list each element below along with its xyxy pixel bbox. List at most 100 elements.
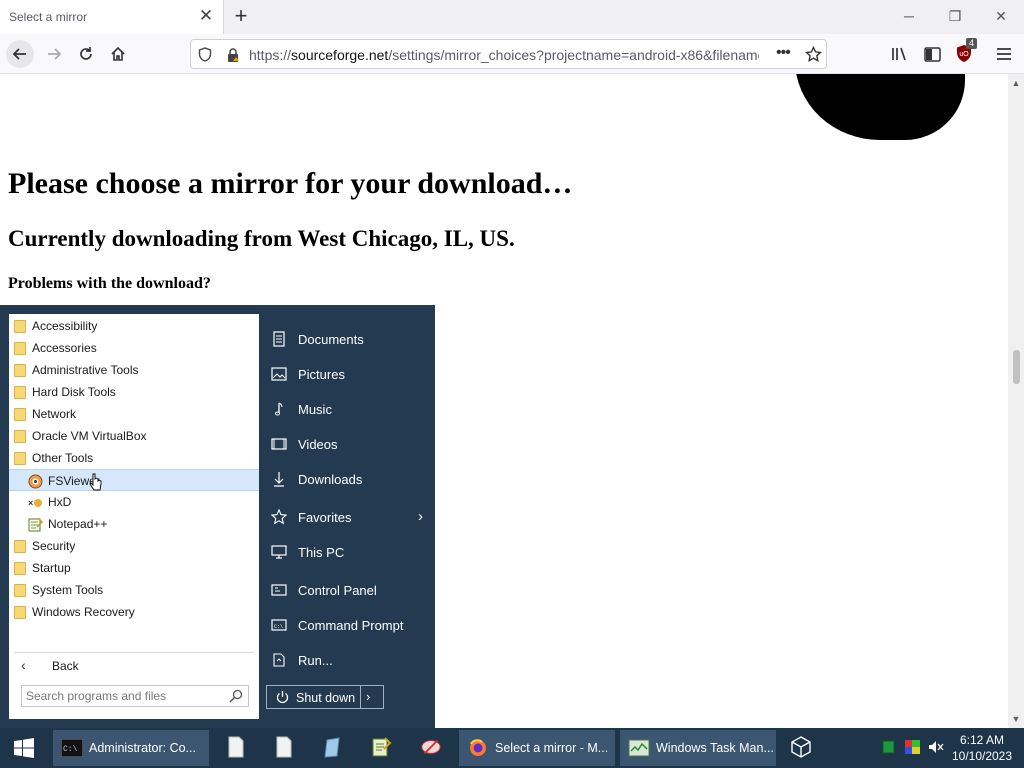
notepad-plus-plus-icon[interactable] — [370, 736, 392, 758]
scroll-up-icon[interactable]: ▲ — [1011, 78, 1021, 88]
chevron-left-icon: ‹ — [21, 657, 26, 673]
scroll-down-icon[interactable]: ▼ — [1011, 714, 1021, 724]
program-folder-network[interactable]: Network — [9, 403, 259, 425]
volume-muted-icon[interactable] — [928, 740, 944, 754]
place-label: Videos — [298, 437, 338, 452]
place-videos[interactable]: Videos — [259, 429, 435, 459]
ublock-origin-button[interactable]: uO 4 — [950, 38, 978, 67]
folder-icon — [14, 562, 26, 575]
start-button[interactable] — [0, 728, 48, 768]
close-window-button[interactable]: ✕ — [978, 0, 1024, 34]
home-button[interactable] — [104, 41, 132, 67]
folder-icon — [14, 430, 26, 443]
file-manager-icon[interactable] — [322, 736, 344, 758]
shutdown-button[interactable]: Shut down › — [266, 685, 384, 709]
bookmark-star-icon[interactable] — [805, 46, 822, 63]
system-clock[interactable]: 6:12 AM 10/10/2023 — [946, 732, 1018, 764]
place-music[interactable]: Music — [259, 394, 435, 424]
back-button[interactable] — [6, 40, 34, 68]
search-icon[interactable] — [229, 689, 243, 703]
place-command-prompt[interactable]: C:\ Command Prompt — [259, 610, 435, 640]
library-button[interactable] — [886, 41, 914, 67]
control-panel-icon — [271, 584, 287, 596]
blank-document-icon[interactable] — [225, 736, 247, 758]
program-label: Oracle VM VirtualBox — [32, 429, 147, 443]
tab-title: Select a mirror — [9, 10, 88, 24]
computer-icon — [271, 545, 287, 559]
svg-text:C:\: C:\ — [63, 745, 78, 754]
blank-document-icon[interactable] — [273, 736, 295, 758]
folder-icon — [14, 364, 26, 377]
shield-icon[interactable] — [198, 47, 212, 62]
place-control-panel[interactable]: Control Panel — [259, 575, 435, 605]
shutdown-options-chevron-icon[interactable]: › — [366, 689, 370, 704]
place-this-pc[interactable]: This PC — [259, 537, 435, 567]
taskbar-firefox-select-a-mirror[interactable]: Select a mirror - M... — [459, 730, 615, 766]
sidebar-button[interactable] — [918, 41, 946, 67]
sidebar-icon — [923, 46, 941, 62]
program-notepad-plus-plus[interactable]: Notepad++ — [9, 513, 259, 535]
place-downloads[interactable]: Downloads — [259, 464, 435, 494]
taskbar-task-manager[interactable]: Windows Task Man... — [620, 730, 776, 766]
place-label: Control Panel — [298, 583, 377, 598]
taskbar-label: Select a mirror - M... — [495, 741, 609, 755]
virtualbox-icon[interactable] — [790, 736, 812, 758]
place-pictures[interactable]: Pictures — [259, 359, 435, 389]
taskbar-command-prompt[interactable]: C:\ Administrator: Co... — [53, 730, 209, 766]
reload-button[interactable] — [72, 41, 100, 67]
page-scrollbar[interactable]: ▲ ▼ — [1008, 74, 1024, 728]
program-label: Other Tools — [32, 451, 94, 465]
program-fsviewer[interactable]: FSViewer — [9, 469, 259, 491]
menu-button[interactable] — [990, 41, 1018, 67]
firefox-icon — [470, 739, 486, 756]
taskbar: C:\ Administrator: Co... Select a mirror… — [0, 728, 1024, 768]
run-icon — [273, 653, 285, 667]
folder-open-icon — [14, 452, 26, 465]
place-run[interactable]: Run... — [259, 645, 435, 675]
page-actions-icon[interactable]: ••• — [776, 44, 791, 62]
url-bar[interactable]: https://sourceforge.net/settings/mirror_… — [190, 39, 827, 69]
sourceforge-logo-shape — [795, 74, 965, 140]
mouse-cursor-icon — [89, 473, 102, 491]
document-icon — [273, 331, 285, 347]
search-input[interactable] — [26, 688, 216, 704]
place-favorites[interactable]: Favorites › — [259, 502, 435, 532]
back-button-start-menu[interactable]: ‹ Back — [9, 650, 259, 680]
url-text[interactable]: https://sourceforge.net/settings/mirror_… — [249, 47, 759, 63]
program-folder-other-tools[interactable]: Other Tools — [9, 447, 259, 469]
tray-color-icon[interactable] — [905, 740, 920, 754]
new-tab-button[interactable]: + — [228, 5, 254, 29]
hxd-app-icon: × — [28, 498, 42, 508]
close-tab-icon[interactable]: ✕ — [197, 7, 215, 25]
program-folder-oracle-vm-virtualbox[interactable]: Oracle VM VirtualBox — [9, 425, 259, 447]
clock-time: 6:12 AM — [959, 733, 1005, 747]
program-folder-hard-disk-tools[interactable]: Hard Disk Tools — [9, 381, 259, 403]
program-folder-system-tools[interactable]: System Tools — [9, 579, 259, 601]
program-folder-accessibility[interactable]: Accessibility — [9, 315, 259, 337]
forward-button[interactable] — [40, 41, 68, 67]
program-folder-startup[interactable]: Startup — [9, 557, 259, 579]
program-folder-administrative-tools[interactable]: Administrative Tools — [9, 359, 259, 381]
minimize-button[interactable]: ─ — [886, 0, 932, 34]
program-folder-accessories[interactable]: Accessories — [9, 337, 259, 359]
tray-green-icon[interactable] — [882, 740, 895, 754]
scroll-thumb[interactable] — [1013, 350, 1020, 384]
back-arrow-icon — [6, 40, 34, 68]
place-label: This PC — [298, 545, 345, 560]
tab-bar: Select a mirror ✕ + ─ ❐ ✕ — [0, 0, 1024, 34]
videos-icon — [271, 438, 287, 450]
place-documents[interactable]: Documents — [259, 324, 435, 354]
program-folder-security[interactable]: Security — [9, 535, 259, 557]
program-folder-windows-recovery[interactable]: Windows Recovery — [9, 601, 259, 623]
paint-app-icon[interactable] — [420, 736, 442, 758]
lock-icon[interactable] — [225, 47, 241, 63]
tab-select-a-mirror[interactable]: Select a mirror ✕ — [0, 0, 224, 34]
program-label: Windows Recovery — [32, 605, 135, 619]
restore-button[interactable]: ❐ — [932, 0, 978, 34]
place-label: Command Prompt — [298, 618, 404, 633]
program-label: Accessibility — [32, 319, 98, 333]
search-box[interactable] — [21, 685, 249, 707]
folder-icon — [14, 320, 26, 333]
hamburger-menu-icon — [997, 48, 1011, 60]
program-hxd[interactable]: × HxD — [9, 491, 259, 513]
